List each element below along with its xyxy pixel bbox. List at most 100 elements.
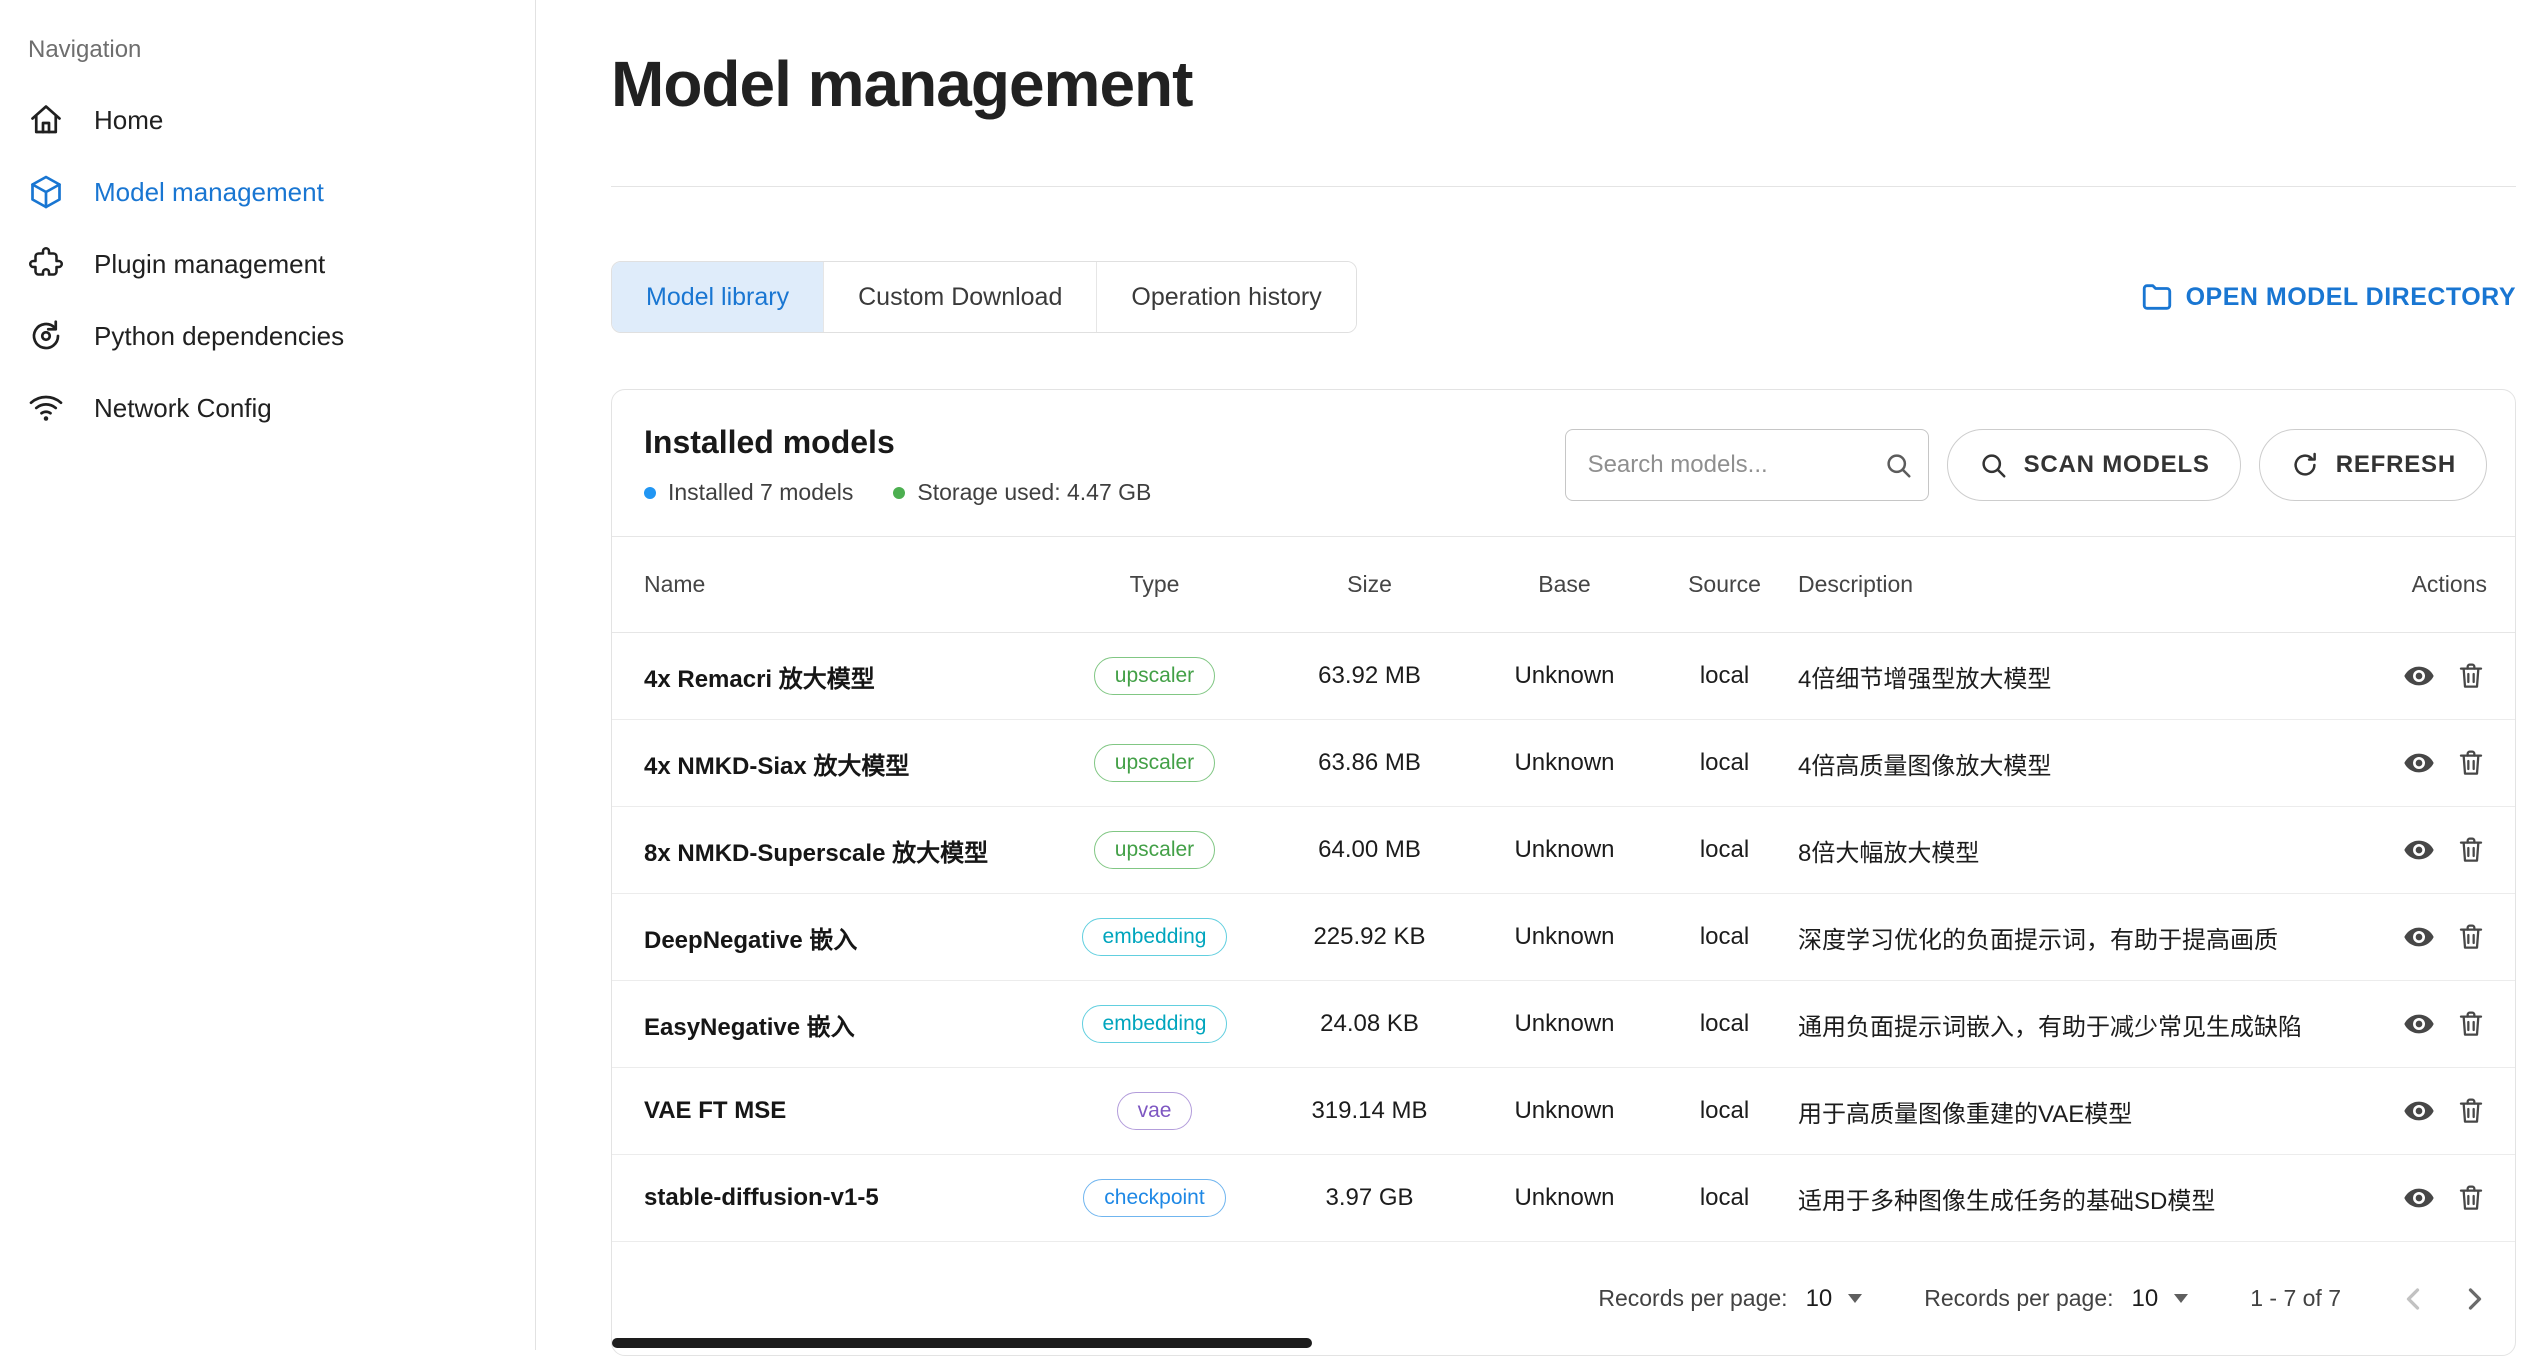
view-model-icon[interactable] (2403, 921, 2435, 953)
delete-model-icon[interactable] (2455, 660, 2487, 692)
installed-count-label: Installed 7 models (668, 479, 853, 506)
tab-custom-download[interactable]: Custom Download (824, 262, 1097, 332)
sidebar-item-python-dependencies[interactable]: Python dependencies (0, 300, 535, 372)
model-size: 319.14 MB (1267, 1068, 1472, 1155)
model-type-cell: checkpoint (1042, 1155, 1267, 1242)
delete-model-icon[interactable] (2455, 1008, 2487, 1040)
delete-model-icon[interactable] (2455, 834, 2487, 866)
table-row: VAE FT MSEvae319.14 MBUnknownlocal用于高质量图… (612, 1068, 2515, 1155)
storage-used-label: Storage used: 4.47 GB (917, 479, 1151, 506)
model-name: 8x NMKD-Superscale 放大模型 (612, 807, 1042, 894)
sidebar-item-label: Network Config (94, 393, 272, 424)
type-chip: upscaler (1094, 657, 1215, 695)
tab-operation-history[interactable]: Operation history (1097, 262, 1355, 332)
model-source: local (1657, 807, 1792, 894)
model-type-cell: upscaler (1042, 720, 1267, 807)
model-name: DeepNegative 嵌入 (612, 894, 1042, 981)
open-model-directory-label: OPEN MODEL DIRECTORY (2186, 283, 2516, 312)
model-management-icon (28, 174, 64, 210)
model-type-cell: embedding (1042, 894, 1267, 981)
scan-icon (1978, 450, 2008, 480)
model-base: Unknown (1472, 807, 1657, 894)
card-header-actions: SCAN MODELS REFRESH (1565, 429, 2487, 501)
view-model-icon[interactable] (2403, 1182, 2435, 1214)
records-per-page-value-2: 10 (2132, 1285, 2159, 1313)
open-model-directory-button[interactable]: OPEN MODEL DIRECTORY (2140, 280, 2516, 314)
storage-used-stat: Storage used: 4.47 GB (893, 479, 1151, 506)
view-model-icon[interactable] (2403, 660, 2435, 692)
model-source: local (1657, 720, 1792, 807)
installed-models-card: Installed models Installed 7 models Stor… (611, 389, 2516, 1356)
model-base: Unknown (1472, 633, 1657, 720)
model-name: 4x NMKD-Siax 放大模型 (612, 720, 1042, 807)
type-chip: embedding (1082, 1005, 1228, 1043)
view-model-icon[interactable] (2403, 747, 2435, 779)
installed-dot (644, 487, 656, 499)
type-chip: upscaler (1094, 831, 1215, 869)
horizontal-scrollbar-thumb[interactable] (612, 1338, 1312, 1348)
records-per-page-value: 10 (1806, 1285, 1833, 1313)
delete-model-icon[interactable] (2455, 921, 2487, 953)
model-base: Unknown (1472, 720, 1657, 807)
delete-model-icon[interactable] (2455, 1095, 2487, 1127)
model-type-cell: upscaler (1042, 633, 1267, 720)
sidebar-item-network-config[interactable]: Network Config (0, 372, 535, 444)
model-description: 通用负面提示词嵌入，有助于减少常见生成缺陷 (1792, 981, 2304, 1068)
records-per-page-select-2[interactable]: 10 (2132, 1285, 2189, 1313)
row-actions (2304, 1155, 2515, 1242)
model-name: 4x Remacri 放大模型 (612, 633, 1042, 720)
sidebar-title: Navigation (0, 28, 535, 84)
view-model-icon[interactable] (2403, 1008, 2435, 1040)
sidebar-item-label: Plugin management (94, 249, 325, 280)
column-header-description: Description (1792, 537, 2304, 633)
sidebar-nav: HomeModel management Plugin management Pyt… (0, 84, 535, 444)
model-description: 深度学习优化的负面提示词，有助于提高画质 (1792, 894, 2304, 981)
model-source: local (1657, 1155, 1792, 1242)
models-table: NameTypeSizeBaseSourceDescriptionActions… (612, 536, 2515, 1242)
scan-models-label: SCAN MODELS (2024, 451, 2210, 479)
delete-model-icon[interactable] (2455, 747, 2487, 779)
row-actions (2304, 1068, 2515, 1155)
view-model-icon[interactable] (2403, 834, 2435, 866)
table-row: 4x Remacri 放大模型upscaler63.92 MBUnknownlo… (612, 633, 2515, 720)
page-title: Model management (611, 44, 2516, 124)
model-size: 63.92 MB (1267, 633, 1472, 720)
model-description: 8倍大幅放大模型 (1792, 807, 2304, 894)
previous-page-icon[interactable] (2395, 1281, 2431, 1317)
table-row: 4x NMKD-Siax 放大模型upscaler63.86 MBUnknown… (612, 720, 2515, 807)
tab-model-library[interactable]: Model library (612, 262, 824, 332)
search-input[interactable] (1565, 429, 1929, 501)
refresh-button[interactable]: REFRESH (2259, 429, 2487, 501)
sidebar-item-home[interactable]: Home (0, 84, 535, 156)
column-header-base: Base (1472, 537, 1657, 633)
model-source: local (1657, 981, 1792, 1068)
view-model-icon[interactable] (2403, 1095, 2435, 1127)
model-size: 64.00 MB (1267, 807, 1472, 894)
records-per-page-select[interactable]: 10 (1806, 1285, 1863, 1313)
column-header-source: Source (1657, 537, 1792, 633)
sidebar-item-model-management[interactable]: Model management (0, 156, 535, 228)
scan-models-button[interactable]: SCAN MODELS (1947, 429, 2241, 501)
tab-group: Model libraryCustom DownloadOperation hi… (611, 261, 1357, 333)
card-title: Installed models (644, 424, 1151, 461)
model-name: VAE FT MSE (612, 1068, 1042, 1155)
model-name: EasyNegative 嵌入 (612, 981, 1042, 1068)
refresh-label: REFRESH (2336, 451, 2456, 479)
app-window: Navigation HomeModel managementPlugin ma… (0, 0, 2542, 1350)
column-header-name: Name (612, 537, 1042, 633)
model-base: Unknown (1472, 1155, 1657, 1242)
installed-count-stat: Installed 7 models (644, 479, 853, 506)
type-chip: upscaler (1094, 744, 1215, 782)
model-size: 225.92 KB (1267, 894, 1472, 981)
delete-model-icon[interactable] (2455, 1182, 2487, 1214)
next-page-icon[interactable] (2457, 1281, 2493, 1317)
sidebar-item-plugin-management[interactable]: Plugin management (0, 228, 535, 300)
row-actions (2304, 807, 2515, 894)
caret-down-icon (2174, 1294, 2188, 1303)
model-description: 适用于多种图像生成任务的基础SD模型 (1792, 1155, 2304, 1242)
search-icon (1883, 450, 1913, 480)
column-header-actions: Actions (2304, 537, 2515, 633)
home-icon (28, 102, 64, 138)
row-actions (2304, 633, 2515, 720)
model-source: local (1657, 894, 1792, 981)
